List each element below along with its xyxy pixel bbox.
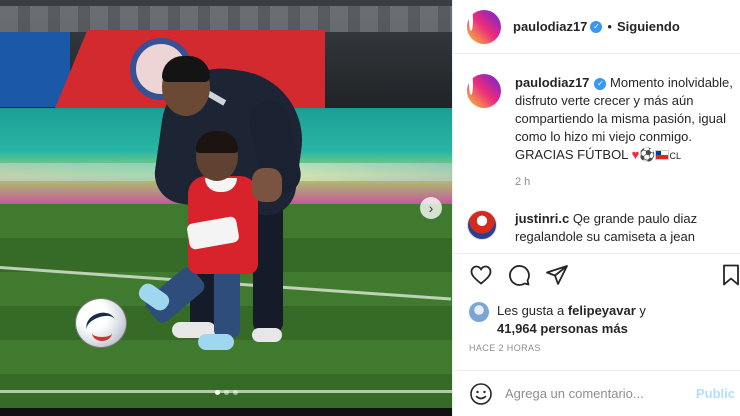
author-username[interactable]: paulodiaz17 (513, 19, 587, 34)
publish-button[interactable]: Public (696, 386, 735, 401)
player-shoe (252, 328, 282, 342)
post-actions (469, 263, 739, 287)
child-shoe (198, 334, 234, 350)
send-icon[interactable] (545, 263, 569, 287)
emoji-smile-icon[interactable] (469, 382, 493, 406)
liker-username[interactable]: felipeyavar (568, 303, 636, 318)
likes-count[interactable]: 41,964 personas más (497, 321, 628, 336)
photo-edge (0, 408, 452, 416)
header-separator: • (607, 19, 612, 34)
soccer-ball-emoji: ⚽ (639, 147, 656, 162)
divider (453, 253, 740, 254)
comment-icon[interactable] (507, 263, 531, 287)
commenter-username[interactable]: justinri.c (515, 211, 569, 226)
bookmark-icon[interactable] (719, 263, 740, 287)
verified-badge-icon: ✓ (590, 20, 603, 33)
caption-author-avatar[interactable] (467, 74, 501, 108)
ad-board (0, 32, 70, 107)
carousel-dot (223, 390, 229, 395)
verified-badge-icon: ✓ (594, 78, 607, 90)
chile-flag-icon (655, 150, 670, 160)
caption-timestamp[interactable]: 2 h (515, 176, 530, 188)
child-leg (214, 268, 240, 338)
player-hand (252, 168, 282, 202)
following-button[interactable]: Siguiendo (617, 19, 680, 34)
liker-avatar[interactable] (469, 302, 489, 322)
carousel-dot (232, 390, 238, 395)
comment-input[interactable] (505, 386, 695, 401)
author-avatar[interactable] (467, 9, 501, 44)
likes-prefix: Les gusta a (497, 303, 565, 318)
post-sidebar: paulodiaz17 ✓ • Siguiendo paulodiaz17 ✓ M… (452, 0, 740, 416)
post-caption: paulodiaz17 ✓ Momento inolvidable, disfru… (467, 74, 737, 165)
soccer-ball (75, 298, 127, 348)
heart-icon[interactable] (469, 263, 493, 287)
comment-text: justinri.c Qe grande paulo diaz regaland… (515, 210, 737, 246)
likes-summary: Les gusta a felipeyavar y 41,964 persona… (469, 302, 731, 338)
caption-text: paulodiaz17 ✓ Momento inolvidable, disfru… (515, 74, 737, 165)
comment-item: justinri.c Qe grande paulo diaz regaland… (467, 210, 737, 246)
post-photo[interactable]: › (0, 0, 452, 416)
caption-username[interactable]: paulodiaz17 (515, 75, 589, 90)
carousel-dots (0, 390, 452, 395)
likes-connector: y (639, 303, 646, 318)
posted-time[interactable]: HACE 2 HORAS (469, 343, 541, 353)
likes-text: Les gusta a felipeyavar y 41,964 persona… (497, 302, 646, 338)
carousel-next-button[interactable]: › (420, 197, 442, 219)
flag-code: CL (669, 151, 681, 161)
carousel-dot (214, 390, 220, 395)
chevron-right-icon: › (428, 200, 434, 216)
post-header: paulodiaz17 ✓ • Siguiendo (453, 0, 740, 54)
add-comment-bar: Public (453, 370, 740, 416)
commenter-avatar[interactable] (467, 210, 497, 240)
